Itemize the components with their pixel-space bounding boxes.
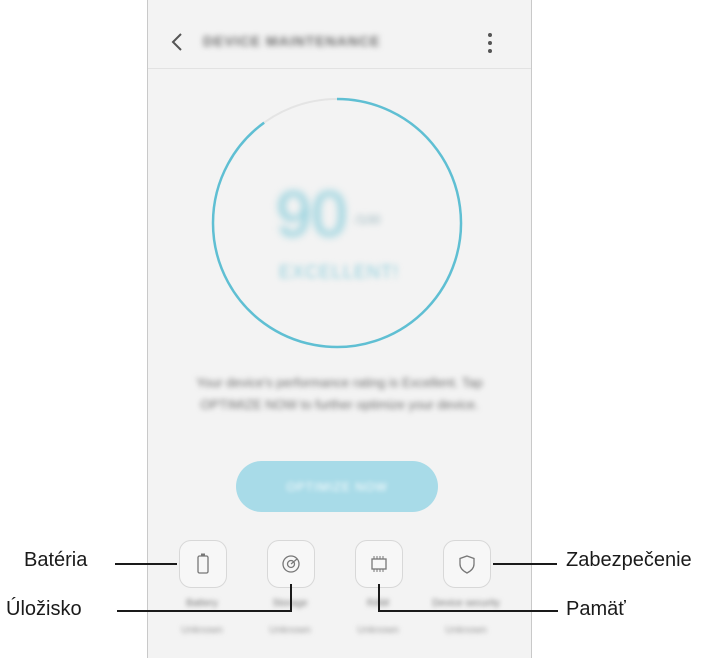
memory-status: Unknown	[357, 625, 399, 636]
performance-description: Your device's performance rating is Exce…	[196, 375, 483, 412]
callout-security: Zabezpečenie	[566, 549, 692, 571]
app-bar-divider	[148, 68, 531, 69]
memory-chip-icon	[371, 556, 387, 572]
optimize-now-label: OPTIMIZE NOW	[286, 479, 388, 494]
score-max: /100	[355, 212, 381, 227]
back-arrow-icon[interactable]	[170, 32, 184, 52]
battery-icon	[197, 553, 209, 574]
security-status: Unknown	[445, 625, 487, 636]
leader-battery	[115, 563, 177, 565]
app-bar: DEVICE MAINTENANCE	[148, 18, 531, 68]
battery-button[interactable]	[179, 540, 227, 588]
storage-status: Unknown	[269, 625, 311, 636]
leader-memory-h	[378, 610, 558, 612]
battery-label: Battery	[186, 598, 218, 609]
leader-security	[493, 563, 557, 565]
score-status: EXCELLENT!	[279, 262, 400, 282]
leader-storage-v	[290, 584, 292, 612]
security-label: Device security	[432, 598, 500, 609]
storage-button[interactable]	[267, 540, 315, 588]
memory-button[interactable]	[355, 540, 403, 588]
leader-memory-v	[378, 584, 380, 612]
shield-icon	[459, 555, 475, 574]
callout-battery: Batéria	[24, 549, 88, 571]
callout-storage: Úložisko	[6, 598, 82, 620]
phone-screen: DEVICE MAINTENANCE 90 /100 EXCELLENT! Yo…	[147, 0, 532, 658]
storage-icon	[282, 555, 300, 573]
score-value: 90	[276, 178, 348, 250]
more-options-icon[interactable]	[485, 31, 495, 55]
app-title: DEVICE MAINTENANCE	[203, 33, 381, 49]
leader-storage-h	[117, 610, 292, 612]
battery-status: Unknown	[181, 625, 223, 636]
security-button[interactable]	[443, 540, 491, 588]
callout-memory: Pamäť	[566, 598, 626, 620]
optimize-now-button[interactable]: OPTIMIZE NOW	[236, 461, 438, 512]
